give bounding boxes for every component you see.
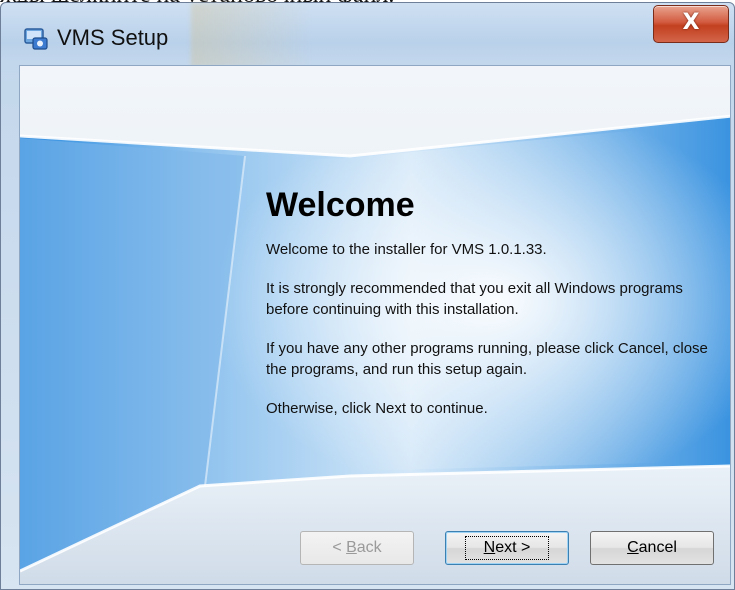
installer-icon [24, 28, 48, 50]
cancel-button-mnemonic: C [627, 539, 639, 556]
welcome-paragraph: Welcome to the installer for VMS 1.0.1.3… [266, 241, 547, 258]
close-icon: X [682, 10, 700, 35]
back-button-label: ack [356, 539, 382, 556]
welcome-paragraph: If you have any other programs running, … [266, 340, 708, 378]
welcome-paragraph: Otherwise, click Next to continue. [266, 400, 488, 417]
welcome-heading: Welcome [266, 186, 415, 224]
back-button-mnemonic: B [346, 539, 357, 556]
next-button-mnemonic: N [483, 539, 496, 556]
window-title: VMS Setup [57, 25, 169, 50]
next-button[interactable]: Next > [445, 531, 569, 565]
focus-rect: Next > [464, 536, 550, 560]
next-button-label: ext > [495, 539, 531, 556]
back-button-prefix: < [332, 539, 347, 556]
welcome-content: Welcome Welcome to the installer for VMS… [266, 186, 726, 437]
welcome-paragraph: It is strongly recommended that you exit… [266, 280, 683, 318]
blurred-background [191, 3, 311, 67]
back-button[interactable]: < Back [300, 531, 414, 565]
cancel-button-label: ancel [638, 539, 677, 556]
setup-window: VMS Setup X Welcome Welcome to the insta… [0, 2, 735, 590]
cancel-button[interactable]: Cancel [590, 531, 714, 565]
installer-page: Welcome Welcome to the installer for VMS… [19, 65, 731, 585]
title-bar[interactable]: VMS Setup X [1, 3, 734, 73]
close-button[interactable]: X [653, 5, 729, 43]
